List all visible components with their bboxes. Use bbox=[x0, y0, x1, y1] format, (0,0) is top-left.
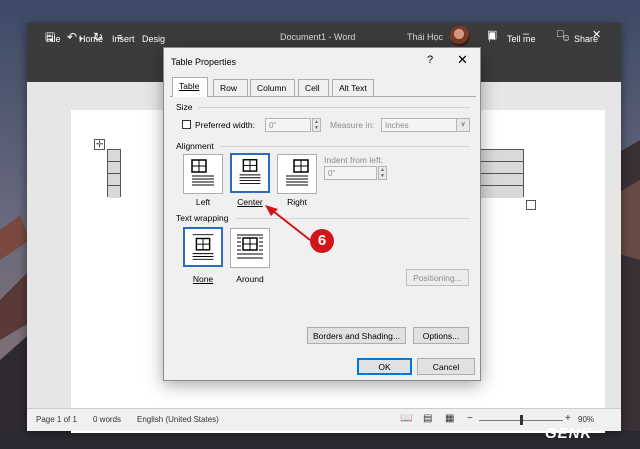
tab-table[interactable]: Table bbox=[172, 77, 208, 97]
watermark-logo: GENK bbox=[545, 425, 593, 442]
annotation-arrow bbox=[265, 205, 311, 241]
step-number-badge: 6 bbox=[310, 229, 334, 253]
tab-table-label: Table bbox=[179, 81, 200, 91]
